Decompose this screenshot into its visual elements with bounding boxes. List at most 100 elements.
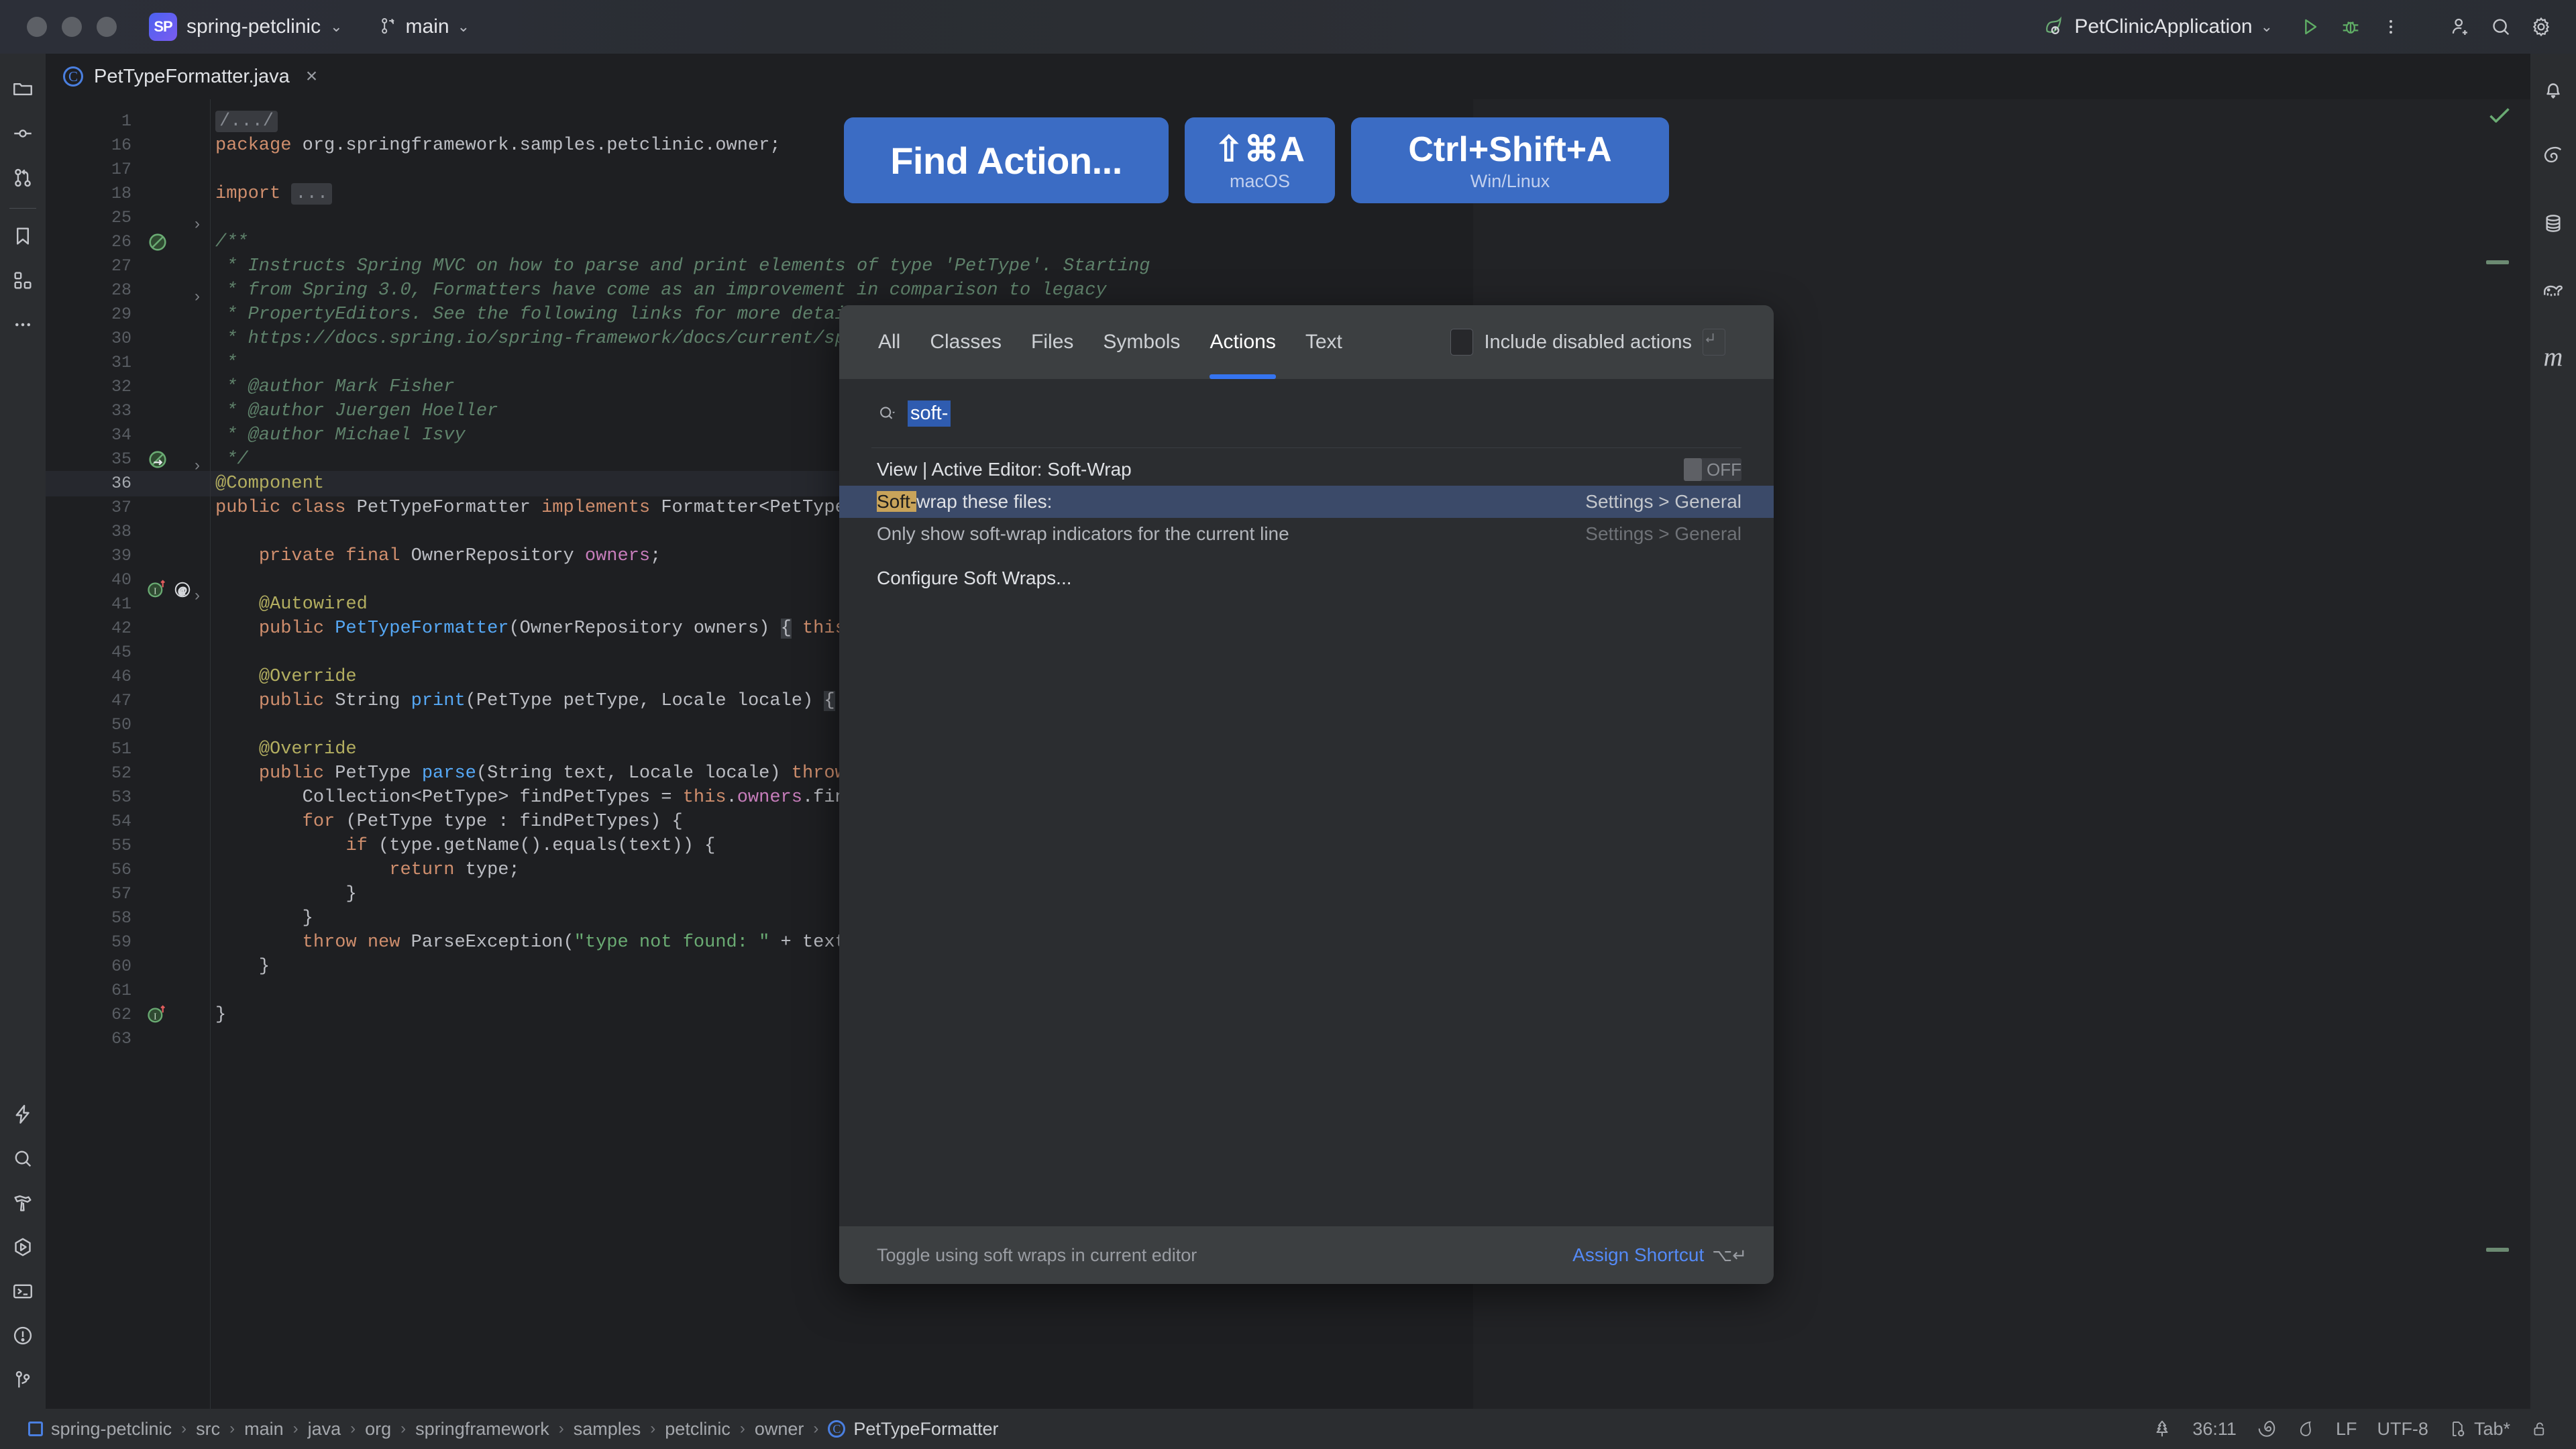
gutter-marker-bean[interactable]: [146, 448, 169, 474]
caret-position[interactable]: 36:11: [2192, 1419, 2237, 1440]
breadcrumb-item[interactable]: main: [244, 1419, 284, 1440]
inspection-ok-icon[interactable]: [2487, 105, 2512, 129]
code-line[interactable]: /**: [215, 232, 248, 252]
breadcrumb-item[interactable]: spring-petclinic: [51, 1419, 172, 1440]
code-line[interactable]: @Component: [215, 474, 324, 494]
sidebar-item-problems[interactable]: [0, 1315, 46, 1359]
code-line[interactable]: for (PetType type : findPetTypes) {: [215, 812, 683, 832]
gutter-marker-override-annotation[interactable]: @: [172, 580, 193, 603]
editor-marker-column[interactable]: [2485, 99, 2509, 1409]
more-vertical-icon[interactable]: [2371, 7, 2411, 47]
search-everywhere-popup[interactable]: All Classes Files Symbols Actions Text Includ…: [839, 305, 1774, 1284]
breadcrumb-item[interactable]: src: [196, 1419, 220, 1440]
run-configuration-selector[interactable]: PetClinicApplication ⌄: [2043, 14, 2273, 40]
search-input-row[interactable]: soft-: [839, 379, 1774, 448]
gutter-marker-implements-print[interactable]: I: [145, 578, 169, 603]
sidebar-item-find[interactable]: [0, 1138, 46, 1182]
code-line[interactable]: throw new ParseException("type not found…: [215, 932, 900, 953]
gutter-marker-implements-parse[interactable]: I: [145, 1004, 169, 1028]
code-line[interactable]: public PetType parse(String text, Locale…: [215, 763, 911, 784]
tab-classes[interactable]: Classes: [930, 305, 1002, 379]
sidebar-item-commit[interactable]: [0, 113, 46, 157]
code-line[interactable]: return type;: [215, 860, 520, 880]
breadcrumb-item[interactable]: springframework: [415, 1419, 549, 1440]
search-result-item[interactable]: Soft-wrap these files:Settings > General: [839, 486, 1774, 518]
minimize-window-button[interactable]: [62, 17, 82, 37]
breadcrumb-item[interactable]: samples: [574, 1419, 641, 1440]
sidebar-item-run[interactable]: [0, 1226, 46, 1271]
scroll-marker[interactable]: [2486, 1248, 2509, 1252]
tab-all[interactable]: All: [878, 305, 900, 379]
assign-shortcut-action[interactable]: Assign Shortcut ⌥↵: [1572, 1244, 1747, 1266]
breadcrumb-item[interactable]: owner: [755, 1419, 804, 1440]
breadcrumb-item[interactable]: java: [308, 1419, 341, 1440]
sidebar-item-bookmarks[interactable]: [0, 215, 46, 260]
code-line[interactable]: * Instructs Spring MVC on how to parse a…: [215, 256, 1150, 276]
code-line[interactable]: }: [215, 884, 357, 904]
code-line[interactable]: */: [215, 449, 248, 470]
search-input[interactable]: soft-: [908, 400, 951, 427]
code-line[interactable]: * @author Juergen Hoeller: [215, 401, 498, 421]
line-separator[interactable]: LF: [2336, 1419, 2357, 1440]
search-scope-tabs[interactable]: All Classes Files Symbols Actions Text Includ…: [839, 305, 1774, 379]
gutter-marker-class[interactable]: [146, 231, 169, 257]
code-line[interactable]: public String print(PetType petType, Loc…: [215, 691, 911, 711]
unlocked-icon[interactable]: [2530, 1419, 2549, 1439]
breadcrumb-item[interactable]: PetTypeFormatter: [853, 1419, 998, 1440]
sidebar-item-terminal[interactable]: [0, 1271, 46, 1315]
code-line[interactable]: public PetTypeFormatter(OwnerRepository …: [215, 619, 911, 639]
file-encoding[interactable]: UTF-8: [2377, 1419, 2428, 1440]
sidebar-item-spring[interactable]: [2530, 136, 2576, 180]
sidebar-item-build[interactable]: [0, 1182, 46, 1226]
search-result-item[interactable]: Configure Soft Wraps...: [839, 562, 1774, 594]
code-line[interactable]: }: [215, 1005, 226, 1025]
code-line[interactable]: @Autowired: [215, 594, 368, 614]
sidebar-item-database[interactable]: [2530, 203, 2576, 247]
code-line[interactable]: * PropertyEditors. See the following lin…: [215, 305, 900, 325]
sidebar-item-notifications[interactable]: [2530, 68, 2576, 113]
search-result-item[interactable]: View | Active Editor: Soft-WrapOFF: [839, 453, 1774, 486]
tab-actions[interactable]: Actions: [1210, 305, 1275, 379]
code-line[interactable]: if (type.getName().equals(text)) {: [215, 836, 715, 856]
code-line[interactable]: * from Spring 3.0, Formatters have come …: [215, 280, 1107, 301]
tab-symbols[interactable]: Symbols: [1103, 305, 1180, 379]
code-line[interactable]: @Override: [215, 739, 357, 759]
code-line[interactable]: * @author Michael Isvy: [215, 425, 466, 445]
sidebar-item-pull-requests[interactable]: [0, 157, 46, 201]
assign-shortcut-link[interactable]: Assign Shortcut: [1572, 1244, 1704, 1266]
search-results-list[interactable]: View | Active Editor: Soft-WrapOFFSoft-w…: [839, 448, 1774, 1226]
tab-text[interactable]: Text: [1305, 305, 1342, 379]
run-button[interactable]: [2290, 7, 2330, 47]
code-line[interactable]: @Override: [215, 667, 357, 687]
fold-arrow-line-18[interactable]: ›: [195, 287, 200, 306]
indent-setting[interactable]: Tab*: [2449, 1419, 2510, 1440]
sidebar-item-ai-assistant[interactable]: [0, 1093, 46, 1138]
gradle-icon[interactable]: [2257, 1419, 2277, 1439]
tab-files[interactable]: Files: [1031, 305, 1073, 379]
search-icon[interactable]: [877, 404, 897, 424]
scroll-marker[interactable]: [2486, 260, 2509, 264]
close-window-button[interactable]: [27, 17, 47, 37]
code-line[interactable]: *: [215, 353, 237, 373]
sidebar-item-more[interactable]: [0, 304, 46, 348]
code-line[interactable]: package org.springframework.samples.petc…: [215, 136, 781, 156]
breadcrumb-item[interactable]: org: [365, 1419, 391, 1440]
spring-tree-icon[interactable]: [2152, 1419, 2172, 1439]
branch-selector[interactable]: main ⌄: [379, 15, 470, 38]
gear-icon[interactable]: [2521, 7, 2561, 47]
code-line[interactable]: }: [215, 908, 313, 928]
spring-leaf-icon[interactable]: [2297, 1419, 2316, 1439]
include-disabled-actions-control[interactable]: Include disabled actions: [1450, 329, 1725, 356]
debug-button[interactable]: [2330, 7, 2371, 47]
sidebar-item-project[interactable]: [0, 68, 46, 113]
code-line[interactable]: public class PetTypeFormatter implements…: [215, 498, 878, 518]
code-line[interactable]: /.../: [215, 111, 278, 131]
tab-pettypeformatter-java[interactable]: C PetTypeFormatter.java ×: [46, 54, 332, 99]
search-icon[interactable]: [2481, 7, 2521, 47]
search-result-item[interactable]: Only show soft-wrap indicators for the c…: [839, 518, 1774, 550]
code-line[interactable]: }: [215, 957, 270, 977]
result-toggle[interactable]: OFF: [1684, 458, 1741, 481]
code-line[interactable]: import ...: [215, 184, 332, 204]
fold-arrow-line-1[interactable]: ›: [195, 215, 200, 233]
maximize-window-button[interactable]: [97, 17, 117, 37]
